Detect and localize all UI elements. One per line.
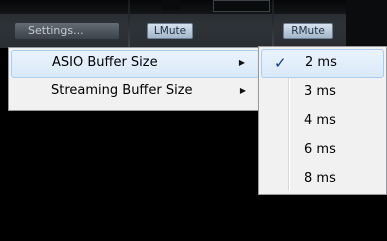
submenu-item-label: 3 ms — [304, 84, 336, 99]
menu-item-asio-buffer-size[interactable]: ASIO Buffer Size ▶ — [11, 50, 259, 78]
submenu-item-4ms[interactable]: 4 ms — [261, 107, 384, 136]
checkmark-icon: ✓ — [274, 54, 287, 72]
rmute-button[interactable]: RMute — [283, 23, 333, 39]
settings-menu: ASIO Buffer Size ▶ Streaming Buffer Size… — [8, 47, 262, 111]
submenu-item-label: 6 ms — [304, 142, 336, 157]
menu-item-label: Streaming Buffer Size — [51, 83, 193, 98]
meter-display — [162, 0, 180, 10]
right-panel — [346, 0, 387, 48]
submenu-item-2ms[interactable]: ✓ 2 ms — [261, 49, 384, 78]
submenu-arrow-icon: ▶ — [239, 86, 246, 95]
submenu-item-6ms[interactable]: 6 ms — [261, 136, 384, 165]
panel-divider — [272, 0, 274, 48]
menu-item-label: ASIO Buffer Size — [52, 55, 158, 70]
settings-button[interactable]: Settings... — [14, 22, 120, 40]
submenu-item-label: 8 ms — [304, 171, 336, 186]
menu-item-streaming-buffer-size[interactable]: Streaming Buffer Size ▶ — [11, 78, 259, 106]
asio-buffer-size-submenu: ✓ 2 ms 3 ms 4 ms 6 ms 8 ms — [258, 46, 387, 195]
value-display — [213, 0, 270, 12]
panel-divider — [128, 0, 130, 48]
top-display-strip — [0, 0, 387, 14]
submenu-item-label: 2 ms — [305, 55, 337, 70]
submenu-item-3ms[interactable]: 3 ms — [261, 78, 384, 107]
lmute-button[interactable]: LMute — [147, 23, 193, 39]
submenu-item-8ms[interactable]: 8 ms — [261, 165, 384, 194]
submenu-item-label: 4 ms — [304, 113, 336, 128]
submenu-arrow-icon: ▶ — [238, 58, 245, 67]
